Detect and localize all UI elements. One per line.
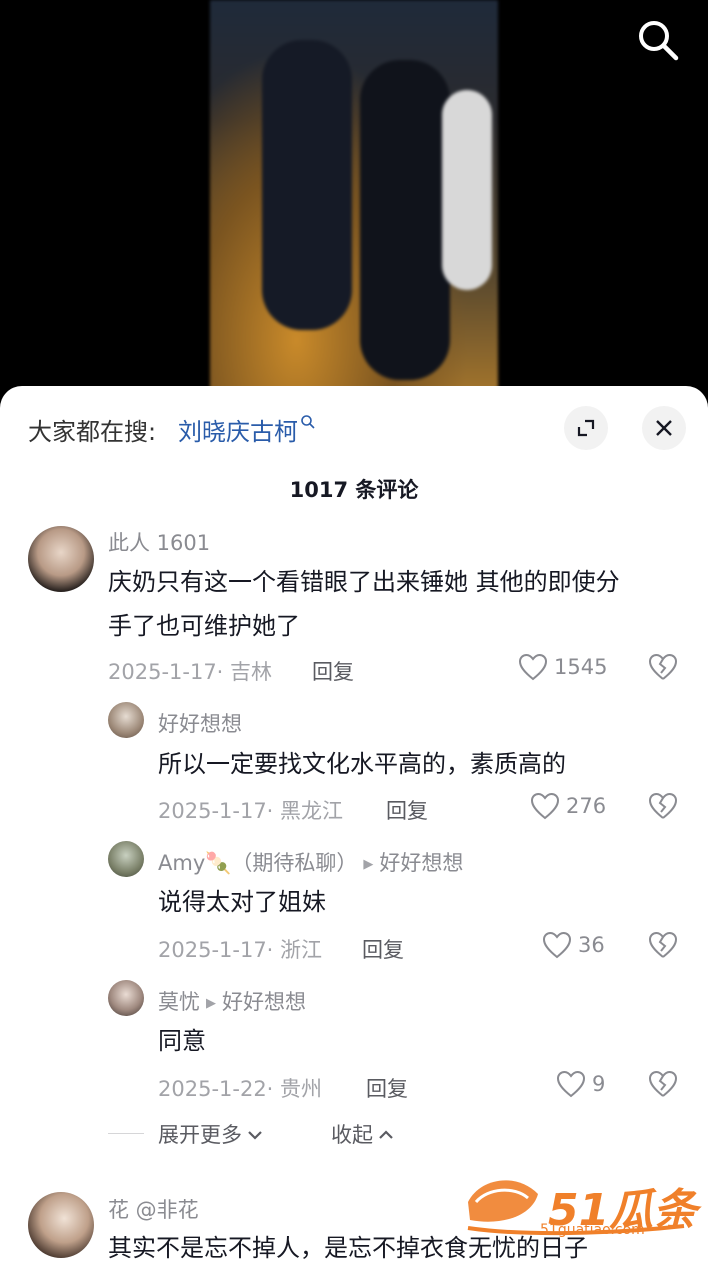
reply-username[interactable]: Amy🍡（期待私聊） ▶ 好好想想 <box>158 847 463 877</box>
avatar[interactable] <box>108 841 144 877</box>
reply-button[interactable]: 回复 <box>362 934 404 964</box>
like-button[interactable]: 9 <box>556 1070 605 1098</box>
person-center-figure <box>360 60 450 380</box>
reply-to-user: 好好想想 <box>222 990 306 1014</box>
close-icon <box>656 420 672 436</box>
avatar[interactable] <box>108 980 144 1016</box>
like-count: 36 <box>578 933 605 957</box>
like-count: 9 <box>592 1072 606 1096</box>
reply-to-user: 好好想想 <box>379 851 464 875</box>
watermark-site: 51guatiao.com <box>540 1222 645 1238</box>
heart-icon <box>518 653 548 681</box>
search-icon <box>639 21 679 61</box>
dislike-button[interactable] <box>648 1070 678 1102</box>
reply-meta: 2025-1-17· 黑龙江 <box>158 799 344 823</box>
chevron-down-icon <box>248 1131 262 1140</box>
close-button[interactable] <box>642 406 686 450</box>
reply-text: 同意 <box>158 1027 206 1055</box>
collapse-label: 收起 <box>331 1123 373 1147</box>
reply-meta: 2025-1-22· 贵州 <box>158 1077 323 1101</box>
avatar[interactable] <box>28 526 94 592</box>
like-count: 276 <box>566 794 607 818</box>
dislike-button[interactable] <box>648 653 678 685</box>
comment-count: 1017 条评论 <box>289 478 419 502</box>
broken-heart-icon <box>648 653 678 680</box>
reply-button[interactable]: 回复 <box>386 795 428 825</box>
reply-text: 说得太对了姐妹 <box>158 888 326 916</box>
reply-to-arrow-icon: ▶ <box>363 856 374 872</box>
person-right-figure <box>442 90 492 290</box>
broken-heart-icon <box>648 931 678 958</box>
video-frame[interactable] <box>210 0 498 400</box>
dislike-button[interactable] <box>648 931 678 963</box>
chevron-up-icon <box>379 1130 393 1139</box>
reply-button[interactable]: 回复 <box>366 1073 408 1103</box>
comment-text-line: 手了也可维护她了 <box>108 612 300 640</box>
broken-heart-icon <box>648 792 678 819</box>
reply-author: Amy🍡（期待私聊） <box>158 851 358 875</box>
broken-heart-icon <box>648 1070 678 1097</box>
video-player[interactable] <box>0 0 708 400</box>
trending-query: 刘晓庆古柯 <box>178 418 298 446</box>
person-left-figure <box>262 40 352 330</box>
reply-text: 所以一定要找文化水平高的，素质高的 <box>158 750 566 778</box>
trending-search-link[interactable]: 刘晓庆古柯 <box>178 412 316 447</box>
expand-more-button[interactable]: 展开更多 <box>158 1119 264 1149</box>
comment-username[interactable]: 此人 1601 <box>108 527 210 557</box>
reply-to-arrow-icon: ▶ <box>206 995 216 1011</box>
like-button[interactable]: 1545 <box>518 653 607 681</box>
thread-divider <box>108 1133 144 1134</box>
search-icon <box>301 415 315 429</box>
heart-icon <box>530 792 560 820</box>
like-button[interactable]: 36 <box>542 931 605 959</box>
like-button[interactable]: 276 <box>530 792 606 820</box>
comment-text: 庆奶只有这一个看错眼了出来锤她 其他的即使分 手了也可维护她了 <box>108 560 620 648</box>
avatar[interactable] <box>28 1192 94 1258</box>
search-button[interactable] <box>632 14 684 66</box>
heart-icon <box>542 931 572 959</box>
comment-meta: 2025-1-17· 吉林 <box>108 660 273 684</box>
expand-icon <box>577 419 595 437</box>
avatar[interactable] <box>108 702 144 738</box>
comment-sheet: 大家都在搜: 刘晓庆古柯 1017 条评论 此人 1601 庆奶只有这一个看错眼… <box>0 386 708 1286</box>
reply-username[interactable]: 好好想想 <box>158 708 242 738</box>
reply-author: 莫忧 <box>158 990 200 1014</box>
reply-meta: 2025-1-17· 浙江 <box>158 938 323 962</box>
collapse-button[interactable]: 收起 <box>331 1119 395 1149</box>
heart-icon <box>556 1070 586 1098</box>
reply-button[interactable]: 回复 <box>312 656 354 686</box>
comment-text-line: 庆奶只有这一个看错眼了出来锤她 其他的即使分 <box>108 568 620 596</box>
dislike-button[interactable] <box>648 792 678 824</box>
like-count: 1545 <box>554 655 608 679</box>
comment-username[interactable]: 花 @非花 <box>108 1194 199 1224</box>
trending-label: 大家都在搜: <box>28 418 157 446</box>
expand-more-label: 展开更多 <box>158 1123 242 1147</box>
expand-sheet-button[interactable] <box>564 406 608 450</box>
reply-username[interactable]: 莫忧 ▶ 好好想想 <box>158 986 306 1016</box>
